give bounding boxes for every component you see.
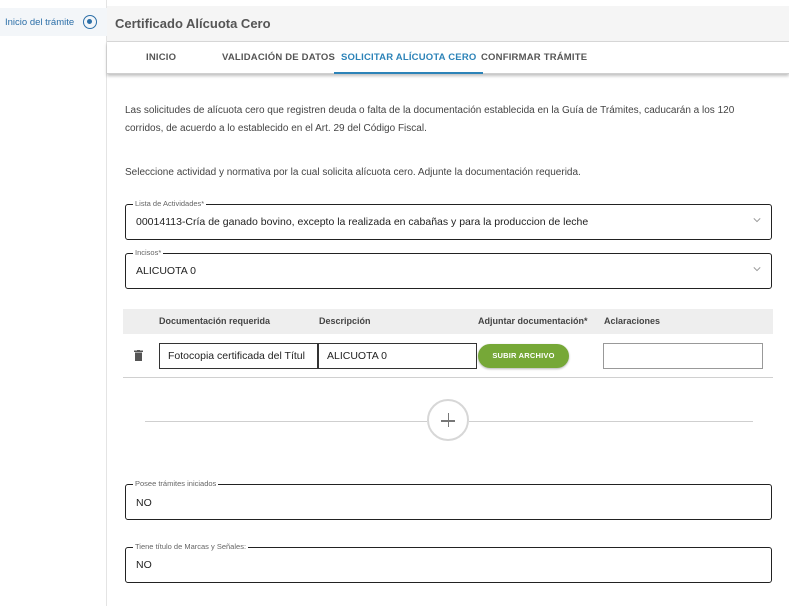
add-row-button[interactable] bbox=[427, 399, 469, 441]
doc-table-header: Documentación requerida Descripción Adju… bbox=[123, 309, 773, 334]
trash-icon[interactable] bbox=[134, 350, 143, 361]
divider-right bbox=[469, 421, 753, 422]
sidebar-item-inicio-tramite[interactable]: Inicio del trámite bbox=[0, 8, 107, 36]
activities-label: Lista de Actividades* bbox=[133, 199, 207, 208]
documentacion-cell: Fotocopia certificada del Títul bbox=[159, 343, 318, 369]
tab-confirmar-tramite[interactable]: CONFIRMAR TRÁMITE bbox=[481, 42, 587, 74]
intro-line-1: Las solicitudes de alícuota cero que reg… bbox=[125, 105, 735, 116]
column-header-adjuntar: Adjuntar documentación* bbox=[478, 316, 588, 326]
tab-inicio[interactable]: INICIO bbox=[146, 42, 176, 74]
aclaraciones-input[interactable] bbox=[603, 343, 763, 369]
divider-left bbox=[145, 421, 427, 422]
column-header-descripcion: Descripción bbox=[319, 316, 371, 326]
sidebar: Inicio del trámite bbox=[0, 0, 107, 606]
incisos-label: Incisos* bbox=[133, 248, 164, 257]
tab-solicitar-alicuota-cero[interactable]: SOLICITAR ALÍCUOTA CERO bbox=[334, 42, 484, 74]
incisos-value: ALICUOTA 0 bbox=[136, 265, 196, 277]
tramites-iniciados-label: Posee trámites iniciados bbox=[133, 479, 219, 488]
instruction-text: Seleccione actividad y normativa por la … bbox=[125, 167, 581, 178]
sidebar-item-label: Inicio del trámite bbox=[5, 16, 75, 28]
column-header-aclaraciones: Aclaraciones bbox=[604, 316, 661, 326]
marcas-senales-label: Tiene título de Marcas y Señales: bbox=[133, 542, 249, 551]
tramites-iniciados-field[interactable]: Posee trámites iniciados NO bbox=[125, 479, 772, 520]
table-row: Fotocopia certificada del Títul ALICUOTA… bbox=[123, 334, 773, 378]
chevron-down-icon bbox=[753, 218, 761, 223]
page-title: Certificado Alícuota Cero bbox=[115, 16, 271, 31]
chevron-down-icon bbox=[753, 267, 761, 272]
page-header: Certificado Alícuota Cero bbox=[107, 6, 789, 42]
tab-validacion-datos[interactable]: VALIDACIÓN DE DATOS bbox=[222, 42, 335, 74]
intro-line-2: corridos, de acuerdo a lo establecido en… bbox=[125, 122, 427, 134]
intro-text: Las solicitudes de alícuota cero que reg… bbox=[125, 102, 773, 137]
marcas-senales-value: NO bbox=[136, 559, 152, 571]
tab-bar: INICIO VALIDACIÓN DE DATOS SOLICITAR ALÍ… bbox=[107, 42, 789, 74]
tramites-iniciados-value: NO bbox=[136, 497, 152, 509]
incisos-select[interactable]: Incisos* ALICUOTA 0 bbox=[125, 248, 772, 289]
activities-select[interactable]: Lista de Actividades* 00014113-Cría de g… bbox=[125, 199, 772, 240]
descripcion-cell: ALICUOTA 0 bbox=[318, 343, 477, 369]
marcas-senales-field[interactable]: Tiene título de Marcas y Señales: NO bbox=[125, 542, 772, 583]
column-header-documentacion: Documentación requerida bbox=[159, 316, 271, 326]
radio-circle-icon bbox=[83, 15, 97, 29]
activities-value: 00014113-Cría de ganado bovino, excepto … bbox=[136, 216, 589, 228]
upload-file-button[interactable]: SUBIR ARCHIVO bbox=[478, 344, 569, 368]
